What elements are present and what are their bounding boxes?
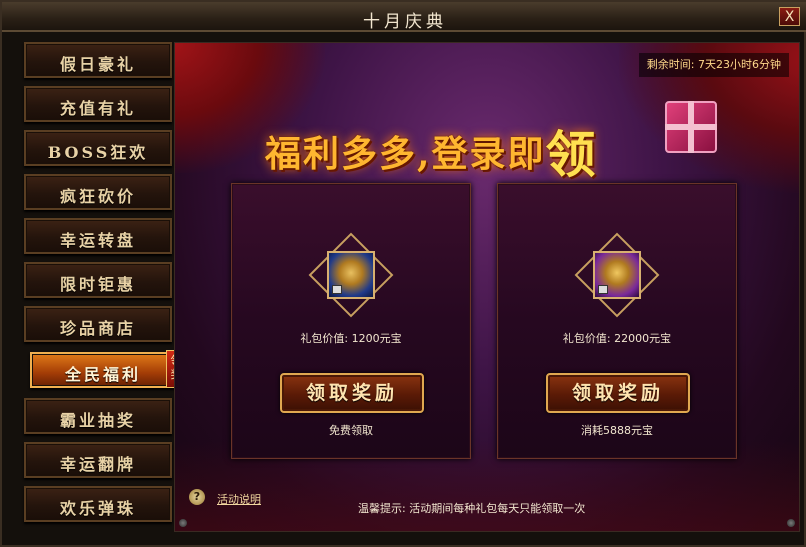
sidebar-item-label: 疯狂砍价 (59, 187, 136, 206)
event-window: 十月庆典 X 假日豪礼 充值有礼 BOSS狂欢 疯狂砍价 幸运转盘 限时钜惠 珍… (0, 0, 806, 547)
sidebar: 假日豪礼 充值有礼 BOSS狂欢 疯狂砍价 幸运转盘 限时钜惠 珍品商店 全民福… (16, 42, 186, 530)
claim-reward-button[interactable]: 领取奖励 (280, 373, 424, 413)
sidebar-item-holiday-gifts[interactable]: 假日豪礼 (24, 42, 172, 78)
sidebar-item-universal-welfare[interactable]: 全民福利 领奖 (30, 350, 186, 388)
claim-cost: 消耗5888元宝 (581, 424, 653, 437)
sidebar-item-happy-pinball[interactable]: 欢乐弹珠 (24, 486, 172, 522)
sidebar-item-label: 充值有礼 (59, 99, 136, 118)
gift-card-free: 礼包价值: 1200元宝 领取奖励 免费领取 (231, 183, 471, 459)
remaining-time: 剩余时间: 7天23小时6分钟 (638, 53, 789, 77)
claim-cost: 免费领取 (329, 424, 373, 437)
chest-frame (574, 232, 660, 318)
help-icon[interactable]: ? (189, 489, 205, 505)
sidebar-item-label: 限时钜惠 (59, 275, 136, 294)
activity-rules-link[interactable]: 活动说明 (217, 491, 261, 507)
lock-icon (332, 285, 342, 294)
title-bar: 十月庆典 X (2, 2, 806, 32)
chest-frame (308, 232, 394, 318)
sidebar-item-lucky-flip[interactable]: 幸运翻牌 (24, 442, 172, 478)
headline-text: 福利多多,登录即 (265, 133, 546, 175)
sidebar-item-label: 全民福利 (64, 365, 141, 384)
sidebar-item-lucky-wheel[interactable]: 幸运转盘 (24, 218, 172, 254)
sidebar-item-label: 假日豪礼 (59, 55, 136, 74)
lock-icon (598, 285, 608, 294)
headline-banner: 福利多多,登录即领 (265, 109, 598, 184)
claim-reward-button[interactable]: 领取奖励 (546, 373, 690, 413)
sidebar-item-label: 欢乐弹珠 (59, 499, 136, 518)
gift-box-icon (665, 101, 717, 153)
sidebar-item-recharge-gifts[interactable]: 充值有礼 (24, 86, 172, 122)
window-title: 十月庆典 (363, 12, 447, 32)
close-button[interactable]: X (779, 7, 800, 26)
sidebar-item-label: BOSS狂欢 (47, 143, 149, 162)
sidebar-item-label: 珍品商店 (59, 319, 136, 338)
sidebar-item-crazy-bargain[interactable]: 疯狂砍价 (24, 174, 172, 210)
tip-text: 温馨提示: 活动期间每种礼包每天只能领取一次 (358, 502, 586, 515)
sidebar-item-label: 幸运转盘 (59, 231, 136, 250)
sidebar-item-label: 霸业抽奖 (59, 411, 136, 430)
sidebar-item-label: 幸运翻牌 (59, 455, 136, 474)
blue-gold-treasure-chest-icon[interactable] (327, 251, 375, 299)
gift-value: 礼包价值: 1200元宝 (300, 332, 402, 345)
sidebar-item-treasure-shop[interactable]: 珍品商店 (24, 306, 172, 342)
headline-emphasis: 领 (545, 125, 598, 184)
corner-rivet (787, 519, 795, 527)
main-panel: 剩余时间: 7天23小时6分钟 福利多多,登录即领 礼包价值: 1200元宝 领… (174, 42, 800, 532)
purple-gold-treasure-chest-icon[interactable] (593, 251, 641, 299)
sidebar-item-boss-carnival[interactable]: BOSS狂欢 (24, 130, 172, 166)
gift-card-paid: 礼包价值: 22000元宝 领取奖励 消耗5888元宝 (497, 183, 737, 459)
gift-value: 礼包价值: 22000元宝 (562, 332, 672, 345)
sidebar-item-hegemony-lottery[interactable]: 霸业抽奖 (24, 398, 172, 434)
corner-rivet (179, 519, 187, 527)
sidebar-item-limited-deals[interactable]: 限时钜惠 (24, 262, 172, 298)
